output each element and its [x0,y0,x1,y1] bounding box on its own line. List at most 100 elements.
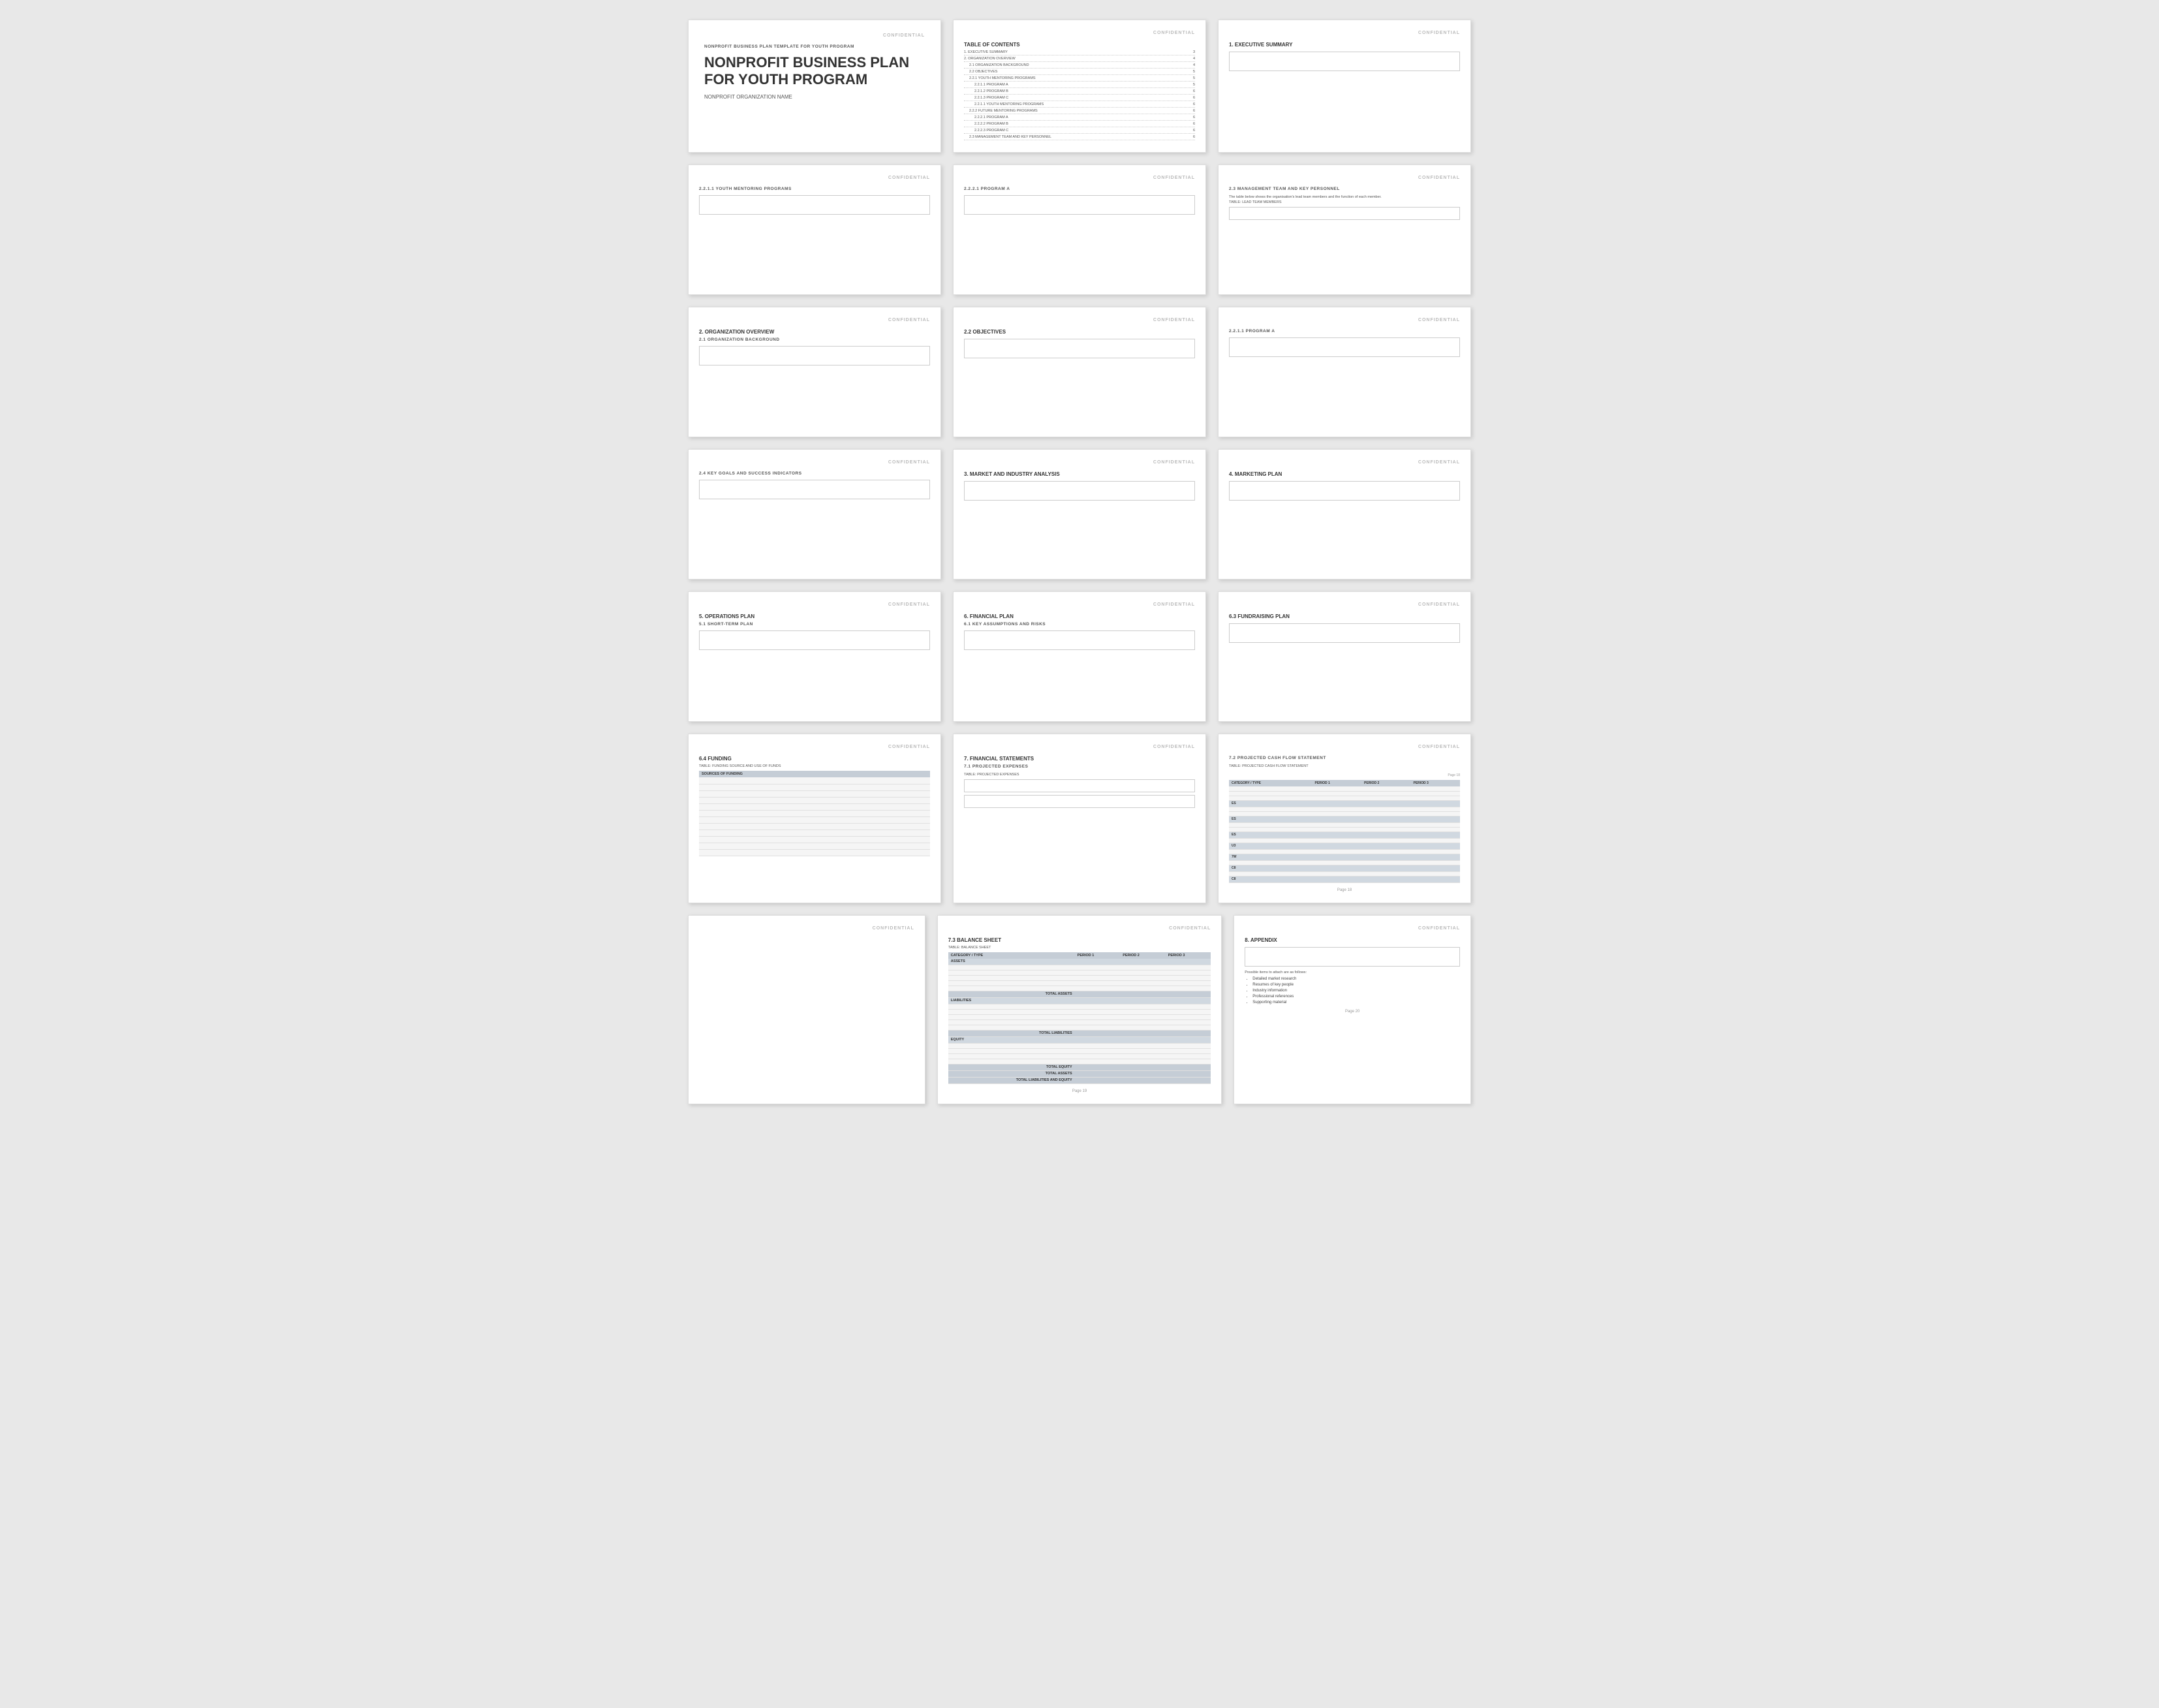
program-a1-title: 2.2.2.1 PROGRAM A [964,187,1195,191]
cf-col-p3: PERIOD 3 [1410,780,1460,786]
confidential-stamp-cfc: CONFIDENTIAL [699,926,914,931]
confidential-stamp-op: CONFIDENTIAL [699,602,930,607]
toc-item: 2.2.1.1 PROGRAM A5 [964,83,1195,88]
balance-sheet-table-label: TABLE: BALANCE SHEET [948,946,1211,950]
objectives-card: CONFIDENTIAL 2.2 OBJECTIVES [953,307,1206,437]
marketing-plan-title: 4. MARKETING PLAN [1229,471,1460,477]
bs-equity-header: EQUITY [948,1036,1211,1043]
cf-col-p2: PERIOD 2 [1361,780,1411,786]
management-title: 2.3 MANAGEMENT TEAM AND KEY PERSONNEL [1229,187,1460,191]
financial-statements-title: 7. FINANCIAL STATEMENTS [964,756,1195,762]
cf-section-7w: 7W [1229,854,1460,860]
cash-flow-title: 7.2 PROJECTED CASH FLOW STATEMENT [1229,756,1460,760]
program-a2-title: 2.2.1.1 PROGRAM A [1229,329,1460,334]
confidential-stamp-fs: CONFIDENTIAL [964,745,1195,749]
financial-statements-sub: 7.1 PROJECTED EXPENSES [964,764,1195,769]
appendix-item-3: Industry information [1252,989,1460,993]
org-overview-sub: 2.1 ORGANIZATION BACKGROUND [699,337,930,342]
financial-plan-sub: 6.1 KEY ASSUMPTIONS AND RISKS [964,622,1195,627]
cf-section-c8a: C8 [1229,865,1460,871]
financial-statements-table-label: TABLE: PROJECTED EXPENSES [964,773,1195,777]
appendix-intro: Possible items to attach are as follows: [1245,970,1460,974]
appendix-title: 8. APPENDIX [1245,937,1460,943]
confidential-stamp-cf: CONFIDENTIAL [1229,745,1460,749]
confidential-stamp-pa2: CONFIDENTIAL [1229,318,1460,322]
cf-col-p1: PERIOD 1 [1312,780,1361,786]
cash-flow-continuation-card: CONFIDENTIAL [688,915,925,1104]
operations-plan-content-box [699,630,930,650]
toc-item: 2.2.1 YOUTH MENTORING PROGRAMS5 [964,76,1195,82]
org-overview-card: CONFIDENTIAL 2. ORGANIZATION OVERVIEW 2.… [688,307,941,437]
program-a2-content-box [1229,337,1460,357]
program-a2-card: CONFIDENTIAL 2.2.1.1 PROGRAM A [1218,307,1471,437]
operations-plan-card: CONFIDENTIAL 5. OPERATIONS PLAN 5.1 SHOR… [688,591,941,722]
cover-card: CONFIDENTIAL NONPROFIT BUSINESS PLAN TEM… [688,20,941,153]
fundraising-plan-title: 6.3 FUNDRAISING PLAN [1229,613,1460,619]
cf-section-es3: ES [1229,831,1460,838]
page-20: Page 20 [1245,1010,1460,1014]
page-18: Page 18 [1229,888,1460,892]
financial-statements-box2 [964,795,1195,808]
marketing-plan-content-box [1229,481,1460,501]
confidential-stamp-toc: CONFIDENTIAL [964,31,1195,35]
cover-org-name: NONPROFIT ORGANIZATION NAME [704,94,925,100]
program-a1-content-box [964,195,1195,215]
confidential-stamp-mkp: CONFIDENTIAL [1229,460,1460,465]
cash-flow-partial-card: CONFIDENTIAL 7.2 PROJECTED CASH FLOW STA… [1218,734,1471,903]
confidential-stamp-frp: CONFIDENTIAL [1229,602,1460,607]
toc-item: 2. ORGANIZATION OVERVIEW4 [964,57,1195,62]
toc-item: 2.2.2 FUTURE MENTORING PROGRAMS6 [964,109,1195,114]
bs-total-equity: TOTAL EQUITY [948,1064,1075,1070]
confidential-stamp-mt: CONFIDENTIAL [1229,176,1460,180]
bs-total-liabilities: TOTAL LIABILITIES [948,1030,1075,1036]
bs-col-category: CATEGORY / TYPE [948,952,1075,959]
executive-summary-card: CONFIDENTIAL 1. EXECUTIVE SUMMARY [1218,20,1471,153]
bs-total-assets: TOTAL ASSETS [948,991,1075,997]
balance-sheet-table: CATEGORY / TYPE PERIOD 1 PERIOD 2 PERIOD… [948,952,1211,1084]
toc-item: 2.2 OBJECTIVES5 [964,70,1195,75]
confidential-stamp-pa1: CONFIDENTIAL [964,176,1195,180]
key-goals-card: CONFIDENTIAL 2.4 KEY GOALS AND SUCCESS I… [688,449,941,580]
confidential-stamp-oo: CONFIDENTIAL [699,318,930,322]
toc-card: CONFIDENTIAL TABLE OF CONTENTS 1. EXECUT… [953,20,1206,153]
cf-section-es2: ES [1229,816,1460,822]
toc-item: 2.1 ORGANIZATION BACKGROUND4 [964,63,1195,69]
confidential-stamp-obj: CONFIDENTIAL [964,318,1195,322]
cover-subtitle: NONPROFIT BUSINESS PLAN TEMPLATE FOR YOU… [704,44,925,49]
appendix-item-5: Supporting material [1252,1001,1460,1004]
bs-liabilities-header: LIABILITIES [948,997,1211,1004]
toc-item: 2.2.2.1 PROGRAM A6 [964,116,1195,121]
cf-section-u3: U3 [1229,843,1460,849]
cf-section-es: ES [1229,800,1460,807]
operations-plan-title: 5. OPERATIONS PLAN [699,613,930,619]
financial-plan-content-box [964,630,1195,650]
mentoring-programs-card: CONFIDENTIAL 2.2.1.1 YOUTH MENTORING PRO… [688,164,941,295]
financial-plan-title: 6. FINANCIAL PLAN [964,613,1195,619]
toc-item: 2.2.1.1 YOUTH MENTORING PROGRAMS6 [964,102,1195,108]
market-analysis-title: 3. MARKET AND INDUSTRY ANALYSIS [964,471,1195,477]
funding-card: CONFIDENTIAL 6.4 FUNDING TABLE: FUNDING … [688,734,941,903]
toc-title: TABLE OF CONTENTS [964,42,1195,48]
bs-total-liabilities-equity: TOTAL LIABILITIES AND EQUITY [948,1077,1075,1083]
mentoring-content-box [699,195,930,215]
objectives-title: 2.2 OBJECTIVES [964,329,1195,335]
bs-col-p3: PERIOD 3 [1166,952,1211,959]
balance-sheet-card: CONFIDENTIAL 7.3 BALANCE SHEET TABLE: BA… [937,915,1222,1104]
objectives-content-box [964,339,1195,358]
confidential-stamp-bs: CONFIDENTIAL [948,926,1211,931]
sources-table: SOURCES OF FUNDING [699,771,930,856]
key-goals-title: 2.4 KEY GOALS AND SUCCESS INDICATORS [699,471,930,476]
marketing-plan-card: CONFIDENTIAL 4. MARKETING PLAN [1218,449,1471,580]
toc-item: 1. EXECUTIVE SUMMARY3 [964,50,1195,55]
mentoring-programs-title: 2.2.1.1 YOUTH MENTORING PROGRAMS [699,187,930,191]
management-desc: The table below shows the organisation's… [1229,195,1460,199]
toc-item: 2.2.2.2 PROGRAM B6 [964,122,1195,127]
bs-col-p1: PERIOD 1 [1075,952,1121,959]
appendix-item-2: Resumes of key people [1252,983,1460,987]
key-goals-content-box [699,480,930,499]
confidential-stamp-exec: CONFIDENTIAL [1229,31,1460,35]
fundraising-plan-card: CONFIDENTIAL 6.3 FUNDRAISING PLAN [1218,591,1471,722]
org-overview-title: 2. ORGANIZATION OVERVIEW [699,329,930,335]
toc-items: 1. EXECUTIVE SUMMARY3 2. ORGANIZATION OV… [964,50,1195,140]
balance-sheet-title: 7.3 BALANCE SHEET [948,937,1211,943]
